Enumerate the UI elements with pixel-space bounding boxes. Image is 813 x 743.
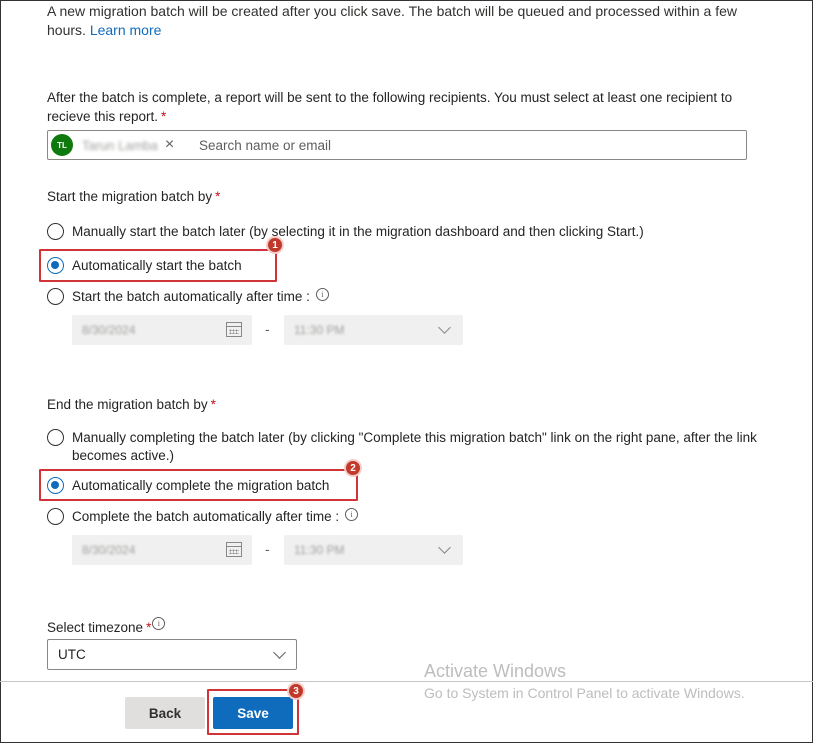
start-batch-label-text: Start the migration batch by <box>47 189 213 204</box>
save-button[interactable]: Save <box>213 697 293 729</box>
start-option-after-time-label: Start the batch automatically after time… <box>72 289 310 304</box>
start-batch-label: Start the migration batch by * <box>47 189 220 204</box>
date-time-separator: - <box>265 541 270 557</box>
activate-windows-title: Activate Windows <box>424 661 567 681</box>
back-button[interactable]: Back <box>125 697 205 729</box>
info-icon[interactable]: i <box>345 508 359 521</box>
radio-button-selected[interactable] <box>47 257 64 274</box>
required-mark: * <box>215 189 221 204</box>
end-option-manual-label: Manually completing the batch later (by … <box>72 430 757 463</box>
radio-button[interactable] <box>47 429 64 446</box>
start-option-after-time[interactable]: Start the batch automatically after time… <box>47 288 329 306</box>
recipient-name: Tarun Lamba <box>82 137 158 153</box>
step-badge: 2 <box>344 459 362 477</box>
recipients-label: After the batch is complete, a report wi… <box>47 88 737 126</box>
end-batch-label: End the migration batch by * <box>47 397 216 412</box>
end-option-automatic-label: Automatically complete the migration bat… <box>72 478 330 493</box>
end-time-value: 11:30 PM <box>294 543 345 557</box>
start-date-picker[interactable]: 8/30/2024 <box>72 315 252 345</box>
start-option-automatic-label: Automatically start the batch <box>72 258 242 273</box>
footer-divider <box>0 681 813 682</box>
end-option-after-time-label: Complete the batch automatically after t… <box>72 509 340 524</box>
activate-windows-subtitle: Go to System in Control Panel to activat… <box>424 685 745 701</box>
radio-button-selected[interactable] <box>47 477 64 494</box>
timezone-label: Select timezone * i <box>47 617 166 635</box>
radio-button[interactable] <box>47 508 64 525</box>
end-option-manual[interactable]: Manually completing the batch later (by … <box>47 429 757 465</box>
date-time-separator: - <box>265 321 270 337</box>
close-icon[interactable]: × <box>165 137 174 153</box>
radio-button[interactable] <box>47 288 64 305</box>
end-batch-label-text: End the migration batch by <box>47 397 208 412</box>
timezone-label-text: Select timezone <box>47 620 144 635</box>
timezone-select[interactable]: UTC <box>47 639 297 670</box>
step-badge: 3 <box>287 682 305 700</box>
step-badge: 1 <box>266 236 284 254</box>
required-mark: * <box>146 620 152 635</box>
info-icon[interactable]: i <box>152 617 166 630</box>
end-date-picker[interactable]: 8/30/2024 <box>72 535 252 565</box>
avatar: TL <box>51 134 73 156</box>
start-option-manual[interactable]: Manually start the batch later (by selec… <box>47 223 787 241</box>
end-date-value: 8/30/2024 <box>82 543 136 557</box>
required-mark: * <box>161 109 167 124</box>
start-date-value: 8/30/2024 <box>82 323 136 337</box>
end-option-automatic[interactable]: Automatically complete the migration bat… <box>47 477 329 495</box>
start-option-automatic[interactable]: Automatically start the batch <box>47 257 242 275</box>
timezone-value: UTC <box>58 647 86 662</box>
info-icon[interactable]: i <box>315 288 329 301</box>
recipient-search-input[interactable] <box>199 135 499 155</box>
radio-button[interactable] <box>47 223 64 240</box>
start-option-manual-label: Manually start the batch later (by selec… <box>72 224 644 239</box>
calendar-icon <box>226 322 242 337</box>
learn-more-link[interactable]: Learn more <box>90 22 162 38</box>
end-time-dropdown[interactable]: 11:30 PM <box>284 535 463 565</box>
start-time-value: 11:30 PM <box>294 323 345 337</box>
required-mark: * <box>210 397 216 412</box>
chevron-down-icon <box>273 646 286 659</box>
calendar-icon <box>226 542 242 557</box>
chevron-down-icon <box>438 541 451 554</box>
chevron-down-icon <box>438 321 451 334</box>
end-option-after-time[interactable]: Complete the batch automatically after t… <box>47 508 359 526</box>
start-time-dropdown[interactable]: 11:30 PM <box>284 315 463 345</box>
intro-text: A new migration batch will be created af… <box>47 2 747 40</box>
recipient-chip: TL Tarun Lamba × <box>51 134 174 156</box>
recipients-label-text: After the batch is complete, a report wi… <box>47 90 733 124</box>
recipients-people-picker[interactable]: TL Tarun Lamba × <box>47 130 747 160</box>
